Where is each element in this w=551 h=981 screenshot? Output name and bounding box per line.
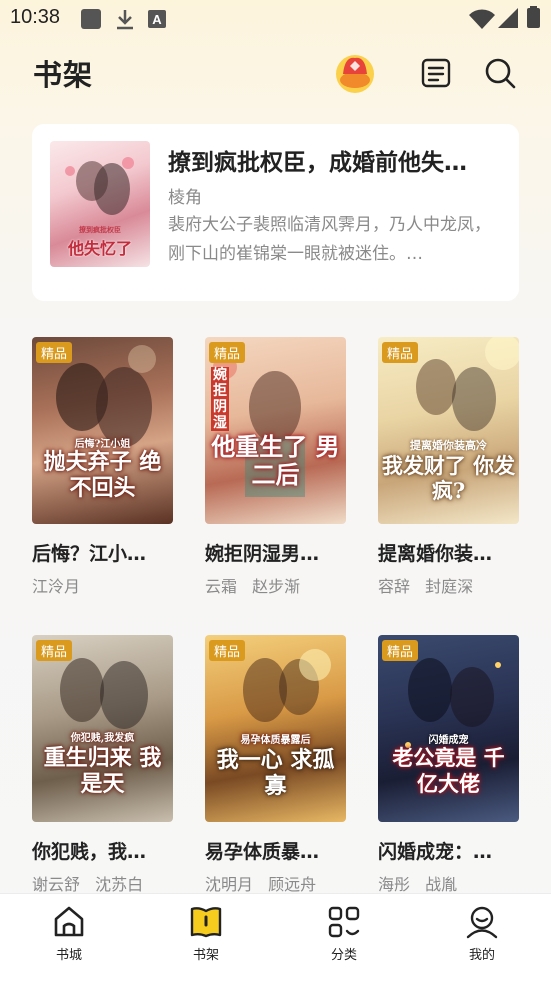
book-cover[interactable]: 精品 你犯贱,我发疯 重生归来 我是天 xyxy=(32,635,173,822)
book-card[interactable]: 精品 后悔?江小姐 抛夫弃子 绝不回头 后悔？江小… 江泠月 xyxy=(32,337,173,597)
cover-title: 我发财了 你发疯? xyxy=(381,453,516,503)
page-title: 书架 xyxy=(33,58,94,92)
book-author: 封庭深 xyxy=(425,577,474,596)
fire-bowl-logo[interactable] xyxy=(333,50,377,94)
premium-badge: 精品 xyxy=(36,342,73,363)
book-authors: 沈明月 顾远舟 xyxy=(205,871,346,895)
search-icon[interactable] xyxy=(484,57,516,89)
premium-badge: 精品 xyxy=(382,640,419,661)
book-cover[interactable]: 精品 婉拒阴湿 他重生了 男二后 xyxy=(205,337,346,524)
cover-subtitle: 后悔?江小姐 xyxy=(74,439,131,450)
nav-item-bookstore[interactable]: 书城 xyxy=(29,904,109,963)
signal-icon xyxy=(498,8,518,28)
battery-icon xyxy=(527,6,540,28)
book-author: 赵步渐 xyxy=(252,577,301,596)
app-icon xyxy=(81,9,101,29)
premium-badge: 精品 xyxy=(209,640,246,661)
recent-book-author: 棱角 xyxy=(168,188,202,208)
book-title: 提离婚你装… xyxy=(378,543,493,565)
book-author: 谢云舒 xyxy=(32,875,81,894)
bookshelf-icon xyxy=(190,907,222,938)
book-title: 易孕体质暴… xyxy=(205,841,320,863)
book-author: 江泠月 xyxy=(32,577,81,596)
premium-badge: 精品 xyxy=(209,342,246,363)
book-author: 沈明月 xyxy=(205,875,254,894)
premium-badge: 精品 xyxy=(382,342,419,363)
cover-title: 我一心 求孤寡 xyxy=(216,747,335,799)
book-card[interactable]: 精品 婉拒阴湿 他重生了 男二后 婉拒阴湿男… 云霜 赵步渐 xyxy=(205,337,346,597)
book-cover[interactable]: 精品 易孕体质暴露后 我一心 求孤寡 xyxy=(205,635,346,822)
book-authors: 江泠月 xyxy=(32,573,173,597)
cover-title: 他失忆了 xyxy=(67,239,132,258)
recent-book-cover[interactable]: 撩到疯批权臣 他失忆了 xyxy=(50,141,150,267)
cover-title: 重生归来 我是天 xyxy=(43,745,162,797)
notes-icon[interactable] xyxy=(420,57,452,89)
cover-subtitle: 提离婚你装高冷 xyxy=(410,439,487,452)
book-cover[interactable]: 精品 闪婚成宠 老公竟是 千亿大佬 xyxy=(378,635,519,822)
book-card[interactable]: 精品 闪婚成宠 老公竟是 千亿大佬 闪婚成宠：… 海彤 战胤 xyxy=(378,635,519,895)
book-title: 后悔？江小… xyxy=(32,543,147,565)
bottom-nav: 书城 书架 分类 我的 xyxy=(0,893,551,981)
download-icon xyxy=(117,10,133,30)
nav-label: 书架 xyxy=(192,948,219,963)
book-title: 闪婚成宠：… xyxy=(378,841,493,863)
cover-subtitle: 婉拒阴湿 xyxy=(211,367,229,431)
status-bar: 10:38 A xyxy=(0,0,551,38)
book-title: 你犯贱，我… xyxy=(32,841,147,863)
nav-item-category[interactable]: 分类 xyxy=(304,904,384,963)
book-cover[interactable]: 精品 后悔?江小姐 抛夫弃子 绝不回头 xyxy=(32,337,173,524)
nav-label: 我的 xyxy=(468,948,495,963)
book-cover[interactable]: 精品 提离婚你装高冷 我发财了 你发疯? xyxy=(378,337,519,524)
nav-label: 书城 xyxy=(55,948,82,963)
cover-subtitle: 撩到疯批权臣 xyxy=(79,225,121,234)
book-author: 顾远舟 xyxy=(268,875,317,894)
book-author: 沈苏白 xyxy=(95,875,144,894)
cover-subtitle: 易孕体质暴露后 xyxy=(240,735,311,746)
recent-read-card[interactable]: 撩到疯批权臣 他失忆了 撩到疯批权臣，成婚前他失… 棱角 裴府大公子裴照临清风霁… xyxy=(32,124,519,301)
profile-icon xyxy=(466,906,498,939)
svg-text:A: A xyxy=(152,12,162,27)
book-authors: 谢云舒 沈苏白 xyxy=(32,871,173,895)
cover-subtitle: 闪婚成宠 xyxy=(428,735,469,746)
book-authors: 容辞 封庭深 xyxy=(378,573,519,597)
book-authors: 云霜 赵步渐 xyxy=(205,573,346,597)
recent-book-title: 撩到疯批权臣，成婚前他失… xyxy=(168,150,467,176)
premium-badge: 精品 xyxy=(36,640,73,661)
nav-label: 分类 xyxy=(330,948,357,963)
nav-item-profile[interactable]: 我的 xyxy=(442,904,522,963)
book-author: 海彤 xyxy=(378,875,411,894)
book-card[interactable]: 精品 提离婚你装高冷 我发财了 你发疯? 提离婚你装… 容辞 封庭深 xyxy=(378,337,519,597)
book-card[interactable]: 精品 你犯贱,我发疯 重生归来 我是天 你犯贱，我… 谢云舒 沈苏白 xyxy=(32,635,173,895)
cover-title: 老公竟是 千亿大佬 xyxy=(392,745,505,796)
recent-book-description: 裴府大公子裴照临清风霁月，乃人中龙凤，刚下山的崔锦棠一眼就被迷住。… xyxy=(168,215,491,264)
book-author: 战胤 xyxy=(425,875,458,894)
cover-title: 抛夫弃子 绝不回头 xyxy=(43,449,162,501)
book-author: 容辞 xyxy=(378,577,411,596)
book-author: 云霜 xyxy=(205,577,238,596)
cover-subtitle: 你犯贱,我发疯 xyxy=(70,733,135,744)
a-icon: A xyxy=(148,10,166,28)
cover-title: 他重生了 男二后 xyxy=(211,432,340,489)
nav-item-bookshelf[interactable]: 书架 xyxy=(166,904,246,963)
home-icon xyxy=(54,906,84,937)
category-icon xyxy=(328,906,360,938)
wifi-icon xyxy=(469,9,495,29)
status-time: 10:38 xyxy=(10,6,61,28)
book-card[interactable]: 精品 易孕体质暴露后 我一心 求孤寡 易孕体质暴… 沈明月 顾远舟 xyxy=(205,635,346,895)
book-authors: 海彤 战胤 xyxy=(378,871,519,895)
book-title: 婉拒阴湿男… xyxy=(205,543,320,565)
